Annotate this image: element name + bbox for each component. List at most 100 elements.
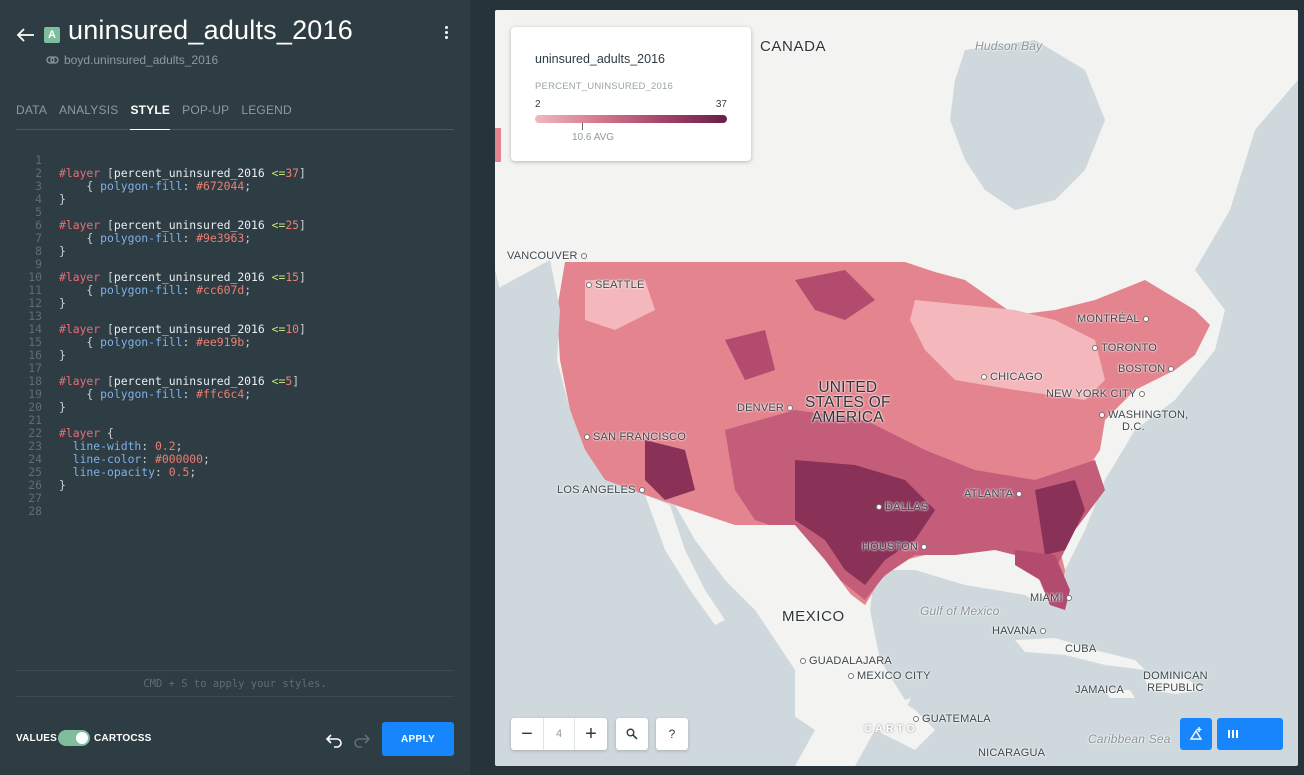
- code-token: {: [100, 426, 114, 440]
- code-token: :: [141, 452, 156, 466]
- code-token: }: [59, 478, 66, 492]
- code-token: :: [141, 439, 156, 453]
- code-line: 4}: [28, 193, 454, 206]
- redo-icon[interactable]: [352, 730, 372, 750]
- carto-attribution: CARTO: [864, 723, 918, 735]
- tab-data[interactable]: DATA: [16, 102, 47, 130]
- code-line: 12}: [28, 297, 454, 310]
- code-token: }: [59, 400, 66, 414]
- label-cuba: CUBA: [1065, 643, 1097, 655]
- code-token: ]: [292, 374, 300, 388]
- code-token: }: [59, 296, 66, 310]
- label-dallas: DALLAS: [873, 501, 928, 513]
- panel-divider: [470, 0, 480, 775]
- code-token: polygon-fill: [100, 283, 183, 297]
- code-token: ]: [299, 270, 306, 284]
- code-token: #9e3963: [196, 231, 245, 245]
- code-token: [: [100, 374, 114, 388]
- layer-title[interactable]: uninsured_adults_2016: [68, 15, 353, 46]
- code-token: percent_uninsured_2016: [113, 270, 272, 284]
- search-icon: [626, 728, 638, 740]
- code-token: 0.2: [155, 439, 176, 453]
- tab-pop-up[interactable]: POP-UP: [182, 102, 229, 130]
- code-token: :: [155, 465, 169, 479]
- code-line: 8}: [28, 245, 454, 258]
- code-token: <=: [271, 322, 286, 336]
- label-gulf-of-mexico: Gulf of Mexico: [920, 604, 1000, 618]
- label-havana: HAVANA: [992, 625, 1049, 637]
- label-boston: BOSTON: [1118, 363, 1177, 375]
- style-editor-panel: A uninsured_adults_2016 boyd.uninsured_a…: [0, 0, 470, 775]
- values-label: VALUES: [16, 733, 58, 744]
- widgets-icon: [1228, 730, 1238, 738]
- code-token: ]: [299, 218, 306, 232]
- label-canada: CANADA: [760, 38, 827, 55]
- zoom-level: 4: [543, 718, 575, 750]
- help-button[interactable]: ?: [656, 718, 688, 750]
- cartocss-label: CARTOCSS: [94, 733, 152, 744]
- kebab-menu-icon[interactable]: [438, 24, 454, 44]
- code-token: <=: [271, 166, 286, 180]
- code-token: ;: [244, 231, 252, 245]
- code-line: 25 line-opacity: 0.5;: [28, 466, 454, 479]
- code-token: }: [59, 244, 66, 258]
- code-line: 15 { polygon-fill: #ee919b;: [28, 336, 454, 349]
- tab-analysis[interactable]: ANALYSIS: [59, 102, 118, 130]
- code-token: #layer: [59, 270, 101, 284]
- tab-style[interactable]: STYLE: [130, 102, 171, 130]
- widgets-button[interactable]: [1217, 718, 1283, 750]
- zoom-control: − 4 +: [511, 718, 607, 750]
- map-search-button[interactable]: [616, 718, 648, 750]
- back-arrow-icon[interactable]: [14, 24, 36, 46]
- code-token: ]: [299, 166, 306, 180]
- label-mexico: MEXICO: [782, 608, 845, 625]
- code-token: :: [182, 231, 197, 245]
- code-token: ;: [203, 452, 210, 466]
- code-token: 37: [285, 166, 300, 180]
- code-token: polygon-fill: [100, 335, 183, 349]
- link-icon: [46, 56, 59, 64]
- code-token: ;: [175, 439, 183, 453]
- source-dataset-link[interactable]: boyd.uninsured_adults_2016: [46, 53, 218, 67]
- code-line: 28: [28, 505, 454, 518]
- code-token: 0.5: [168, 465, 190, 479]
- tab-legend[interactable]: LEGEND: [241, 102, 292, 130]
- values-cartocss-toggle[interactable]: [58, 730, 90, 746]
- code-token: {: [59, 231, 101, 245]
- label-caribbean-sea: Caribbean Sea: [1088, 732, 1171, 746]
- zoom-in-button[interactable]: +: [575, 718, 607, 750]
- draw-geometry-button[interactable]: [1180, 718, 1212, 750]
- code-token: <=: [271, 270, 286, 284]
- code-token: 15: [285, 270, 300, 284]
- label-washington: WASHINGTON, D.C.: [1096, 409, 1188, 433]
- code-token: #layer: [59, 166, 101, 180]
- code-token: #layer: [59, 218, 101, 232]
- label-guatemala: GUATEMALA: [910, 713, 991, 725]
- code-token: line-opacity: [59, 465, 156, 479]
- code-token: ;: [244, 335, 252, 349]
- code-token: #layer: [59, 322, 101, 336]
- code-token: line-width: [59, 439, 142, 453]
- code-token: {: [59, 283, 101, 297]
- code-token: ]: [299, 322, 306, 336]
- zoom-out-button[interactable]: −: [511, 718, 543, 750]
- label-jamaica: JAMAICA: [1075, 684, 1125, 696]
- code-token: #ffc6c4: [196, 387, 245, 401]
- legend-avg-tick: [582, 123, 583, 130]
- undo-icon[interactable]: [324, 730, 344, 750]
- legend-avg: 10.6 AVG: [572, 132, 615, 143]
- code-token: #672044: [196, 179, 245, 193]
- cartocss-editor[interactable]: 1 2 #layer [percent_uninsured_2016 <=37] 3 …: [28, 154, 454, 518]
- code-token: ;: [244, 283, 252, 297]
- code-token: line-color: [59, 452, 142, 466]
- label-new-york: NEW YORK CITY: [1046, 388, 1148, 400]
- apply-button[interactable]: APPLY: [382, 722, 454, 756]
- legend-title: uninsured_adults_2016: [535, 52, 665, 66]
- line-number: 28: [28, 504, 42, 518]
- editor-footer: VALUES CARTOCSS APPLY: [16, 722, 454, 756]
- code-token: #ee919b: [196, 335, 245, 349]
- code-token: #cc607d: [196, 283, 245, 297]
- code-token: #layer: [59, 426, 101, 440]
- code-token: [: [100, 166, 114, 180]
- code-token: }: [59, 192, 66, 206]
